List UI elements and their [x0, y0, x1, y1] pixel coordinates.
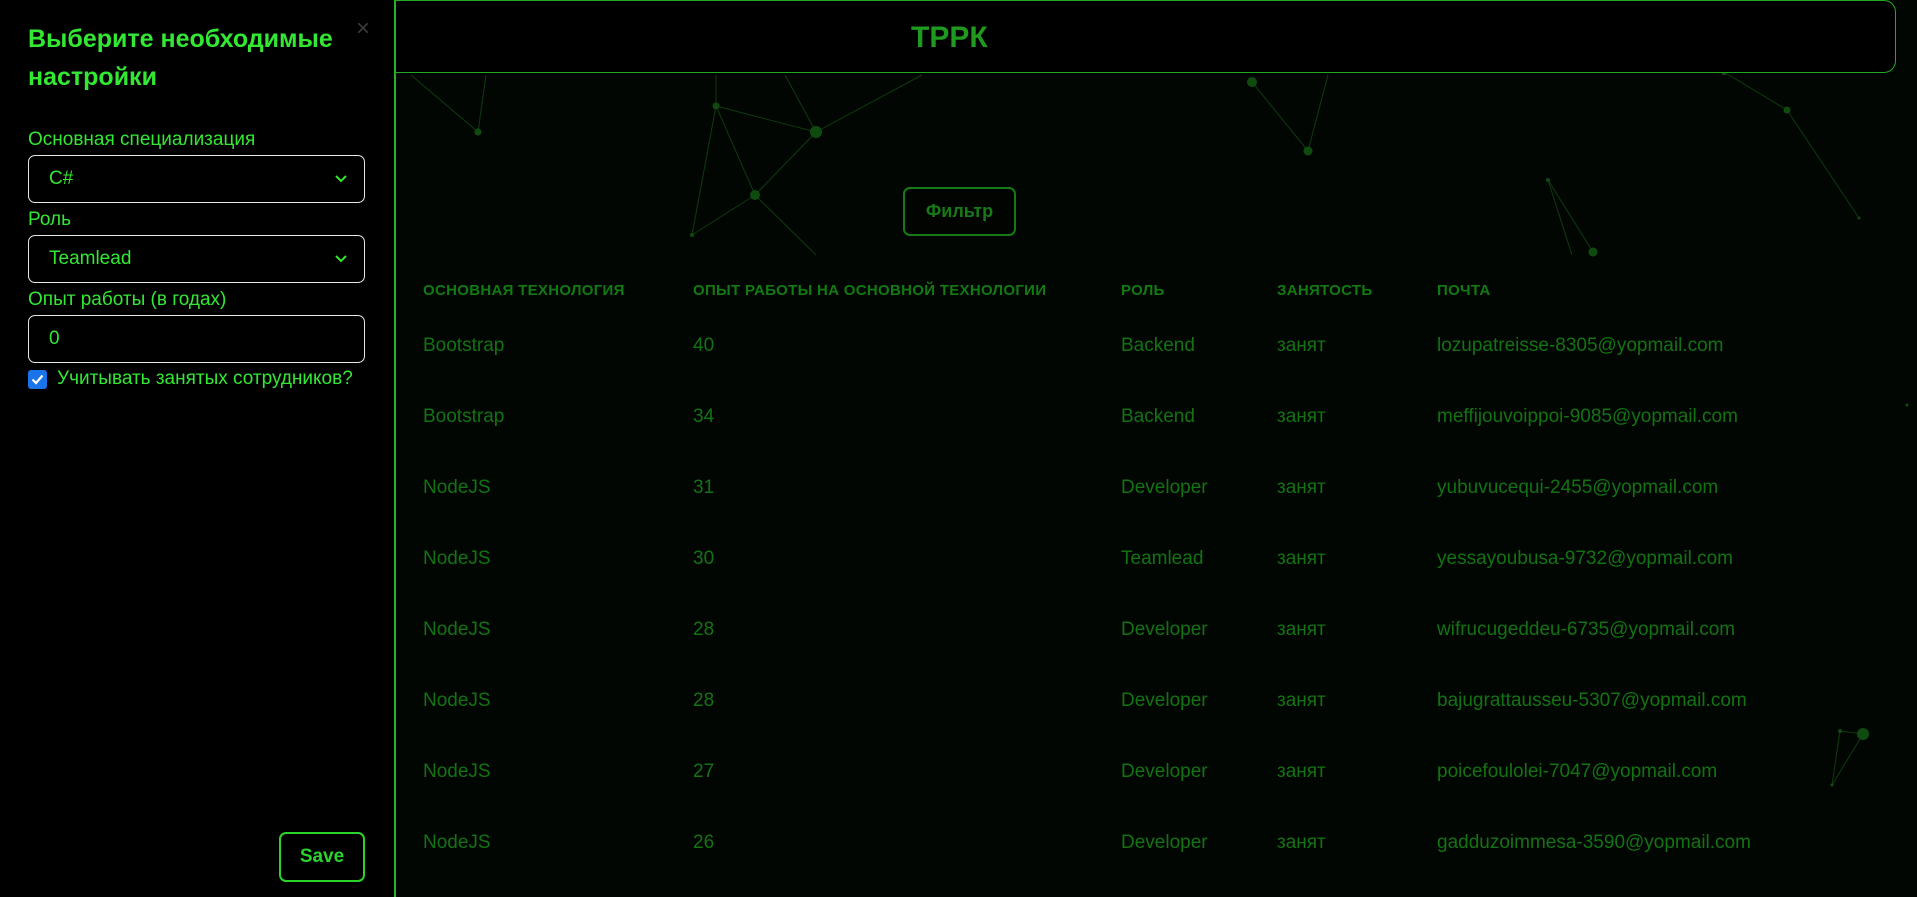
chevron-down-icon [335, 255, 347, 263]
column-header-experience[interactable]: ОПЫТ РАБОТЫ НА ОСНОВНОЙ ТЕХНОЛОГИИ [693, 270, 1121, 310]
role-select[interactable]: Teamlead [28, 235, 365, 283]
table-row[interactable]: NodeJS 28 Developer занят bajugrattausse… [396, 665, 1837, 736]
cell-role: Developer [1121, 760, 1208, 782]
specialization-select[interactable]: C# [28, 155, 365, 203]
cell-status: занят [1277, 547, 1326, 569]
table-row[interactable]: Bootstrap 34 Backend занят meffijouvoipp… [396, 381, 1837, 452]
app-title: ТРРК [911, 21, 988, 54]
cell-tech: Bootstrap [423, 334, 505, 356]
specialization-label: Основная специализация [28, 129, 256, 150]
table-row[interactable]: NodeJS 26 Developer занят gadduzoimmesa-… [396, 807, 1837, 878]
experience-input[interactable]: 0 [28, 315, 365, 363]
column-header-role[interactable]: РОЛЬ [1121, 270, 1277, 310]
filter-button[interactable]: Фильтр [903, 187, 1016, 236]
cell-experience: 34 [693, 405, 715, 427]
cell-email: bajugrattausseu-5307@yopmail.com [1437, 689, 1747, 711]
cell-experience: 31 [693, 476, 715, 498]
cell-experience: 30 [693, 547, 715, 569]
column-header-tech[interactable]: ОСНОВНАЯ ТЕХНОЛОГИЯ [396, 270, 693, 310]
table-row[interactable]: NodeJS 31 Developer занят yubuvucequi-24… [396, 452, 1837, 523]
chevron-down-icon [335, 175, 347, 183]
app-root: Выберите необходимые настройки × Основна… [0, 0, 1917, 897]
cell-tech: NodeJS [423, 476, 491, 498]
save-button[interactable]: Save [279, 832, 365, 882]
cell-email: yubuvucequi-2455@yopmail.com [1437, 476, 1719, 498]
cell-role: Developer [1121, 476, 1208, 498]
specialization-value: C# [49, 168, 74, 189]
cell-status: занят [1277, 334, 1326, 356]
experience-value: 0 [49, 328, 60, 349]
settings-sidebar: Выберите необходимые настройки × Основна… [0, 0, 396, 897]
table-row[interactable]: Bootstrap 40 Backend занят lozupatreisse… [396, 310, 1837, 381]
cell-email: meffijouvoippoi-9085@yopmail.com [1437, 405, 1738, 427]
cell-role: Backend [1121, 405, 1195, 427]
cell-email: gadduzoimmesa-3590@yopmail.com [1437, 831, 1751, 853]
cell-experience: 40 [693, 334, 715, 356]
cell-experience: 26 [693, 831, 715, 853]
cell-email: poicefoulolei-7047@yopmail.com [1437, 760, 1718, 782]
cell-status: занят [1277, 618, 1326, 640]
cell-role: Teamlead [1121, 547, 1204, 569]
cell-email: wifrucugeddeu-6735@yopmail.com [1437, 618, 1736, 640]
table-row[interactable]: NodeJS 27 Developer занят poicefoulolei-… [396, 736, 1837, 807]
cell-status: занят [1277, 831, 1326, 853]
cell-email: lozupatreisse-8305@yopmail.com [1437, 334, 1724, 356]
column-header-status[interactable]: ЗАНЯТОСТЬ [1277, 270, 1437, 310]
cell-role: Developer [1121, 689, 1208, 711]
app-header: ТРРК [396, 0, 1896, 73]
main-content: ТРРК Фильтр ОСНОВНАЯ ТЕХНОЛОГИЯ ОПЫТ РАБ… [396, 0, 1917, 897]
cell-email: yessayoubusa-9732@yopmail.com [1437, 547, 1733, 569]
cell-tech: NodeJS [423, 547, 491, 569]
include-busy-checkbox[interactable] [28, 370, 47, 389]
close-icon[interactable]: × [352, 17, 374, 41]
cell-status: занят [1277, 689, 1326, 711]
cell-tech: NodeJS [423, 618, 491, 640]
cell-tech: NodeJS [423, 689, 491, 711]
cell-tech: NodeJS [423, 760, 491, 782]
sidebar-title: Выберите необходимые настройки [28, 25, 333, 91]
cell-role: Backend [1121, 334, 1195, 356]
cell-status: занят [1277, 476, 1326, 498]
table-row[interactable]: NodeJS 28 Developer занят wifrucugeddeu-… [396, 594, 1837, 665]
cell-role: Developer [1121, 618, 1208, 640]
role-value: Teamlead [49, 248, 132, 269]
cell-experience: 28 [693, 618, 715, 640]
experience-label: Опыт работы (в годах) [28, 289, 227, 310]
cell-experience: 28 [693, 689, 715, 711]
cell-status: занят [1277, 760, 1326, 782]
cell-experience: 27 [693, 760, 715, 782]
employees-table: ОСНОВНАЯ ТЕХНОЛОГИЯ ОПЫТ РАБОТЫ НА ОСНОВ… [396, 270, 1837, 878]
cell-tech: Bootstrap [423, 405, 505, 427]
include-busy-label[interactable]: Учитывать занятых сотрудников? [57, 367, 353, 391]
cell-role: Developer [1121, 831, 1208, 853]
cell-status: занят [1277, 405, 1326, 427]
table-header-row: ОСНОВНАЯ ТЕХНОЛОГИЯ ОПЫТ РАБОТЫ НА ОСНОВ… [396, 270, 1837, 310]
cell-tech: NodeJS [423, 831, 491, 853]
checkmark-icon [31, 374, 44, 385]
table-row[interactable]: NodeJS 30 Teamlead занят yessayoubusa-97… [396, 523, 1837, 594]
column-header-email[interactable]: ПОЧТА [1437, 270, 1837, 310]
role-label: Роль [28, 209, 71, 230]
